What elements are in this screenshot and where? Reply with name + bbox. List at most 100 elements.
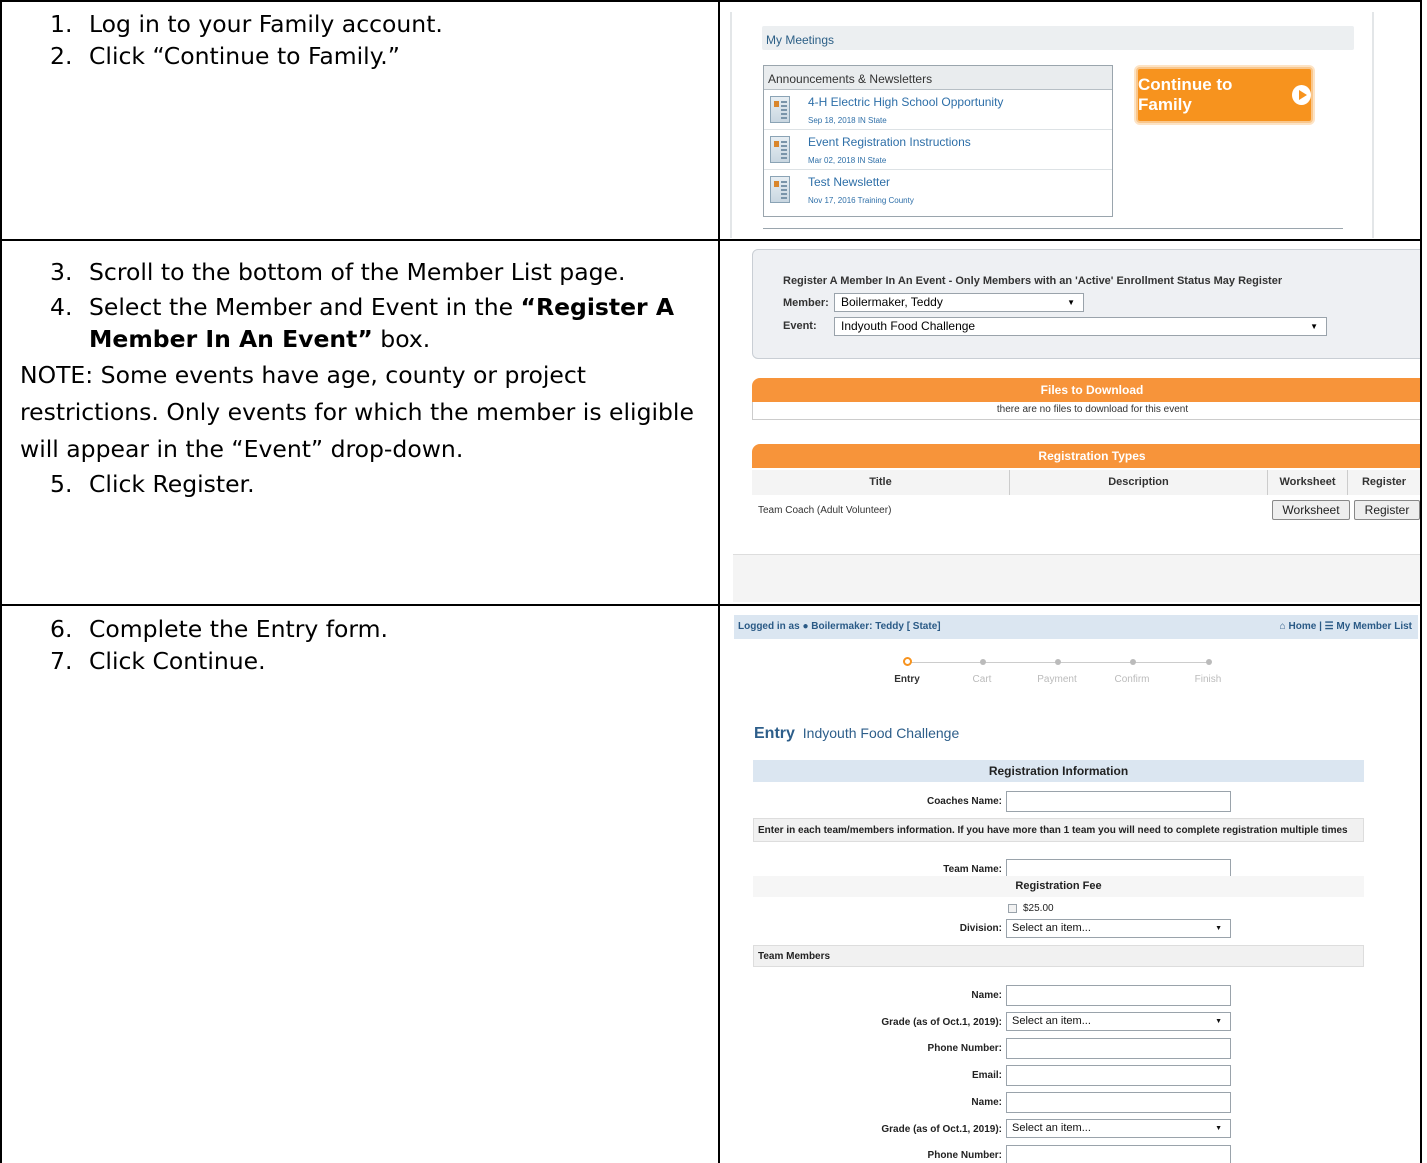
newsletter-icon bbox=[770, 96, 790, 123]
phone-label: Phone Number: bbox=[927, 1043, 1002, 1054]
newsletter-link[interactable]: 4-H Electric High School Opportunity bbox=[808, 95, 1003, 109]
login-bar: Logged in as ● Boilermaker: Teddy [ Stat… bbox=[734, 615, 1418, 639]
list-item[interactable]: 4-H Electric High School Opportunity Sep… bbox=[764, 90, 1112, 130]
screenshot-register-event: Register A Member In An Event - Only Mem… bbox=[733, 247, 1420, 602]
newsletter-icon bbox=[770, 136, 790, 163]
home-link[interactable]: Home bbox=[1289, 621, 1317, 632]
user-role: [ State] bbox=[906, 621, 941, 632]
member-label: Member: bbox=[783, 297, 829, 309]
member-name-input[interactable] bbox=[1006, 985, 1231, 1006]
grade-label: Grade (as of Oct.1, 2019): bbox=[881, 1124, 1002, 1135]
step-4: 4. Select the Member and Event in the “Re… bbox=[50, 293, 675, 353]
progress-cart: Cart bbox=[972, 674, 992, 685]
progress-entry: Entry bbox=[894, 674, 920, 685]
entry-event-name: Indyouth Food Challenge bbox=[802, 725, 960, 741]
step-1: 1. Log in to your Family account. bbox=[50, 10, 443, 38]
fee-amount: $25.00 bbox=[1023, 903, 1054, 914]
newsletter-link[interactable]: Test Newsletter bbox=[808, 175, 890, 189]
newsletter-meta: Nov 17, 2016 Training County bbox=[808, 196, 914, 205]
step-5: 5. Click Register. bbox=[50, 470, 255, 498]
screenshot-entry-form: Logged in as ● Boilermaker: Teddy [ Stat… bbox=[734, 610, 1420, 1163]
announcements-header: Announcements & Newsletters bbox=[764, 66, 1112, 90]
col-description: Description bbox=[1010, 470, 1268, 495]
team-members-header: Team Members bbox=[753, 945, 1364, 967]
dropdown-caret-icon: ▼ bbox=[1310, 322, 1318, 331]
coaches-name-label: Coaches Name: bbox=[926, 796, 1002, 807]
note-text: NOTE: Some events have age, county or pr… bbox=[20, 361, 694, 463]
grade-value: Select an item... bbox=[1012, 1122, 1091, 1134]
member-name-input[interactable] bbox=[1006, 1092, 1231, 1113]
phone-input[interactable] bbox=[1006, 1038, 1231, 1059]
team-name-label: Team Name: bbox=[943, 864, 1002, 875]
registration-fee-header: Registration Fee bbox=[753, 876, 1364, 897]
team-members-label: Team Members bbox=[758, 951, 831, 962]
nav-separator: | bbox=[1319, 621, 1322, 632]
steps-6-7: 6. Complete the Entry form. 7. Click Conti… bbox=[3, 613, 703, 677]
registration-types-header: Registration Types bbox=[752, 444, 1420, 468]
phone-label: Phone Number: bbox=[927, 1150, 1002, 1161]
team-note: Enter in each team/members information. … bbox=[753, 818, 1364, 842]
grade-select[interactable]: Select an item... ▼ bbox=[1006, 1012, 1231, 1031]
coaches-name-input[interactable] bbox=[1006, 791, 1231, 812]
event-value: Indyouth Food Challenge bbox=[841, 319, 976, 333]
progress-dot bbox=[1206, 659, 1212, 665]
progress-confirm: Confirm bbox=[1114, 674, 1150, 685]
member-list-link[interactable]: My Member List bbox=[1336, 621, 1412, 632]
worksheet-button[interactable]: Worksheet bbox=[1272, 500, 1350, 520]
grade-select[interactable]: Select an item... ▼ bbox=[1006, 1119, 1231, 1138]
arrow-circle-icon bbox=[1291, 85, 1311, 105]
dropdown-caret-icon: ▼ bbox=[1215, 1018, 1222, 1025]
my-meetings-label: My Meetings bbox=[766, 33, 835, 47]
division-value: Select an item... bbox=[1012, 922, 1091, 934]
reg-fee-label: Registration Fee bbox=[1015, 880, 1102, 892]
progress-dot bbox=[1130, 659, 1136, 665]
steps-1-2: 1. Log in to your Family account. 2. Click… bbox=[3, 8, 703, 72]
screenshot-family-dashboard: My Meetings Announcements & Newsletters … bbox=[722, 2, 1419, 238]
division-label: Division: bbox=[959, 923, 1002, 934]
continue-label: Continue to Family bbox=[1138, 75, 1233, 114]
grade-label: Grade (as of Oct.1, 2019): bbox=[881, 1017, 1002, 1028]
logged-in-label: Logged in as bbox=[738, 621, 800, 632]
progress-finish: Finish bbox=[1194, 674, 1222, 685]
newsletter-link[interactable]: Event Registration Instructions bbox=[808, 135, 971, 149]
entry-title: Entry Indyouth Food Challenge bbox=[754, 725, 959, 743]
progress-dot-active bbox=[903, 657, 912, 666]
register-title: Register A Member In An Event - Only Mem… bbox=[783, 275, 1283, 287]
steps-3-5: 3. Scroll to the bottom of the Member Lis… bbox=[3, 256, 715, 500]
progress-payment: Payment bbox=[1037, 674, 1077, 685]
division-select[interactable]: Select an item... ▼ bbox=[1006, 919, 1231, 938]
my-meetings-bar[interactable] bbox=[762, 26, 1354, 50]
logged-in-text: Logged in as ● Boilermaker: Teddy [ Stat… bbox=[738, 621, 941, 632]
member-value: Boilermaker, Teddy bbox=[841, 295, 943, 309]
progress-dot bbox=[980, 659, 986, 665]
email-input[interactable] bbox=[1006, 1065, 1231, 1086]
files-header: Files to Download bbox=[752, 378, 1420, 402]
list-item[interactable]: Event Registration Instructions Mar 02, … bbox=[764, 130, 1112, 170]
col-register: Register bbox=[1348, 470, 1420, 495]
list-icon: ☰ bbox=[1324, 621, 1334, 632]
dropdown-caret-icon: ▼ bbox=[1067, 298, 1075, 307]
announcements-box: Announcements & Newsletters 4-H Electric… bbox=[763, 65, 1113, 217]
files-message: there are no files to download for this … bbox=[752, 402, 1420, 420]
continue-to-family-button[interactable]: Continue to Family bbox=[1136, 67, 1313, 123]
member-select[interactable]: Boilermaker, Teddy ▼ bbox=[834, 293, 1084, 312]
top-nav: ⌂ Home | ☰ My Member List bbox=[1280, 621, 1412, 632]
newsletter-meta: Sep 18, 2018 IN State bbox=[808, 116, 887, 125]
reg-type-title: Team Coach (Adult Volunteer) bbox=[758, 505, 892, 516]
event-select[interactable]: Indyouth Food Challenge ▼ bbox=[834, 317, 1327, 336]
dropdown-caret-icon: ▼ bbox=[1215, 925, 1222, 932]
entry-word: Entry bbox=[754, 725, 795, 742]
home-icon: ⌂ bbox=[1279, 621, 1286, 632]
register-button[interactable]: Register bbox=[1354, 500, 1420, 520]
progress-dot bbox=[1055, 659, 1061, 665]
name-label: Name: bbox=[971, 990, 1002, 1001]
event-label: Event: bbox=[783, 320, 817, 332]
col-title: Title bbox=[752, 470, 1010, 495]
fee-checkbox[interactable] bbox=[1008, 904, 1017, 913]
team-note-text: Enter in each team/members information. … bbox=[758, 825, 1348, 836]
phone-input[interactable] bbox=[1006, 1145, 1231, 1163]
step-3: 3. Scroll to the bottom of the Member Lis… bbox=[50, 258, 626, 286]
list-item[interactable]: Test Newsletter Nov 17, 2016 Training Co… bbox=[764, 170, 1112, 210]
step-7: 7. Click Continue. bbox=[50, 647, 266, 675]
step-6: 6. Complete the Entry form. bbox=[50, 615, 389, 643]
